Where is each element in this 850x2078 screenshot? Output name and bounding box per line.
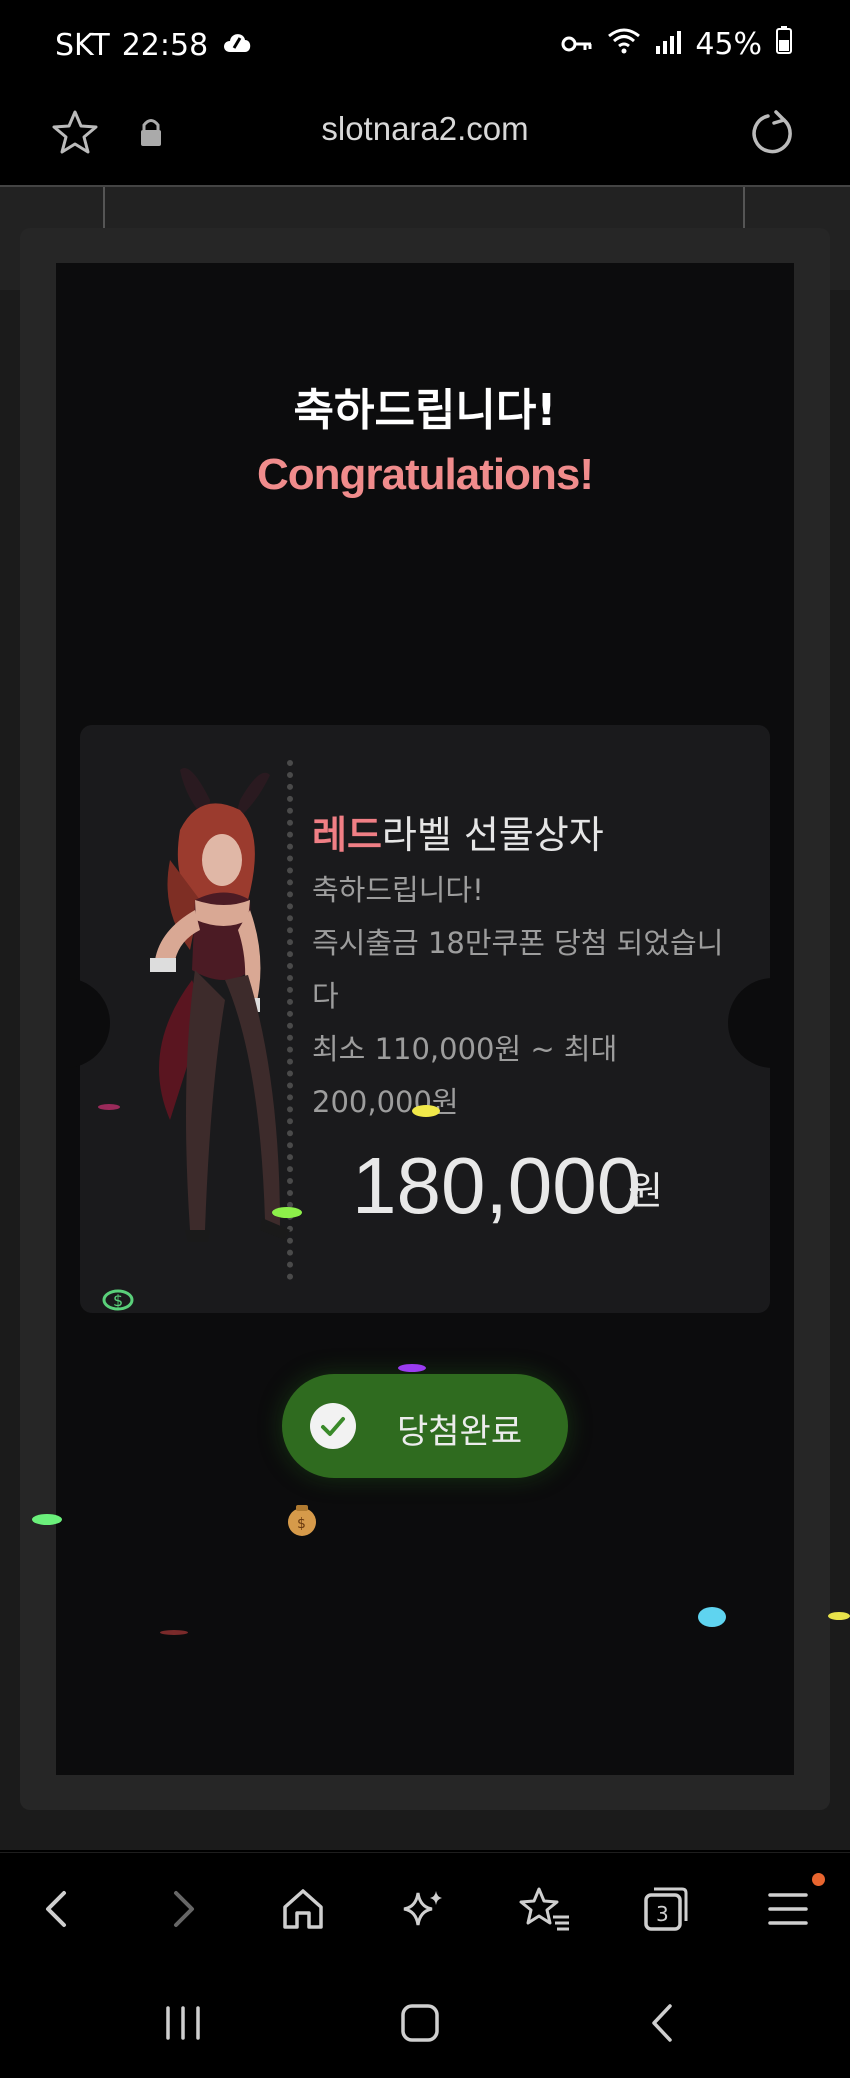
confetti <box>828 1612 850 1620</box>
system-nav-bar <box>0 1968 850 2078</box>
carrier-label: SKT <box>55 27 110 63</box>
tabs-icon[interactable]: 3 <box>636 1879 696 1939</box>
confetti <box>160 1630 188 1635</box>
coupon-title: 레드라벨 선물상자 <box>312 804 604 859</box>
confetti <box>698 1607 726 1627</box>
vpn-key-icon <box>561 27 593 62</box>
coupon-description: 축하드립니다! 즉시출금 18만쿠폰 당첨 되었습니다 최소 110,000원 … <box>312 864 732 1129</box>
money-bag-icon: $ <box>284 1502 320 1542</box>
battery-percent: 45% <box>695 26 762 62</box>
confetti <box>398 1364 426 1372</box>
confetti <box>98 1104 120 1110</box>
congrats-title-en: Congratulations! <box>257 450 594 499</box>
browser-toolbar: 3 <box>0 1852 850 1968</box>
cloud-notification-icon <box>220 26 254 64</box>
system-back-icon[interactable] <box>638 1998 688 2048</box>
confetti <box>32 1514 62 1525</box>
browser-url-bar: slotnara2.com <box>0 90 850 185</box>
clock: 22:58 <box>121 27 209 63</box>
svg-text:$: $ <box>113 1291 123 1310</box>
menu-icon[interactable] <box>758 1879 818 1939</box>
menu-notification-dot <box>812 1873 825 1886</box>
svg-text:$: $ <box>297 1516 306 1532</box>
forward-icon[interactable] <box>152 1879 212 1939</box>
recent-apps-icon[interactable] <box>158 1998 208 2048</box>
confetti <box>272 1207 302 1218</box>
status-bar: SKT 22:58 45% <box>0 0 850 90</box>
url-text[interactable]: slotnara2.com <box>0 110 850 148</box>
claim-complete-button[interactable]: 당첨완료 <box>282 1374 568 1478</box>
confetti <box>412 1105 440 1117</box>
home-button-icon[interactable] <box>395 1998 445 2048</box>
coupon-amount-unit: 원 <box>628 1169 663 1213</box>
coupon-title-rest: 라벨 선물상자 <box>381 813 604 857</box>
bookmarks-icon[interactable] <box>515 1879 575 1939</box>
back-icon[interactable] <box>28 1879 88 1939</box>
tabs-count: 3 <box>656 1902 669 1926</box>
coupon-line-win: 즉시출금 18만쿠폰 당첨 되었습니다 <box>312 926 724 1013</box>
dollar-icon: $ <box>102 1288 134 1316</box>
claim-complete-label: 당첨완료 <box>397 1412 523 1452</box>
signal-icon <box>655 27 682 62</box>
coupon-title-red: 레드 <box>312 813 382 857</box>
home-icon[interactable] <box>273 1879 333 1939</box>
reload-icon[interactable] <box>748 108 798 158</box>
wifi-icon <box>607 26 641 62</box>
coupon-amount: 180,000 <box>352 1141 642 1230</box>
sparkle-icon[interactable] <box>394 1879 454 1939</box>
coupon-line-range: 최소 110,000원 ~ 최대 200,000원 <box>312 1032 618 1119</box>
battery-icon <box>776 26 792 62</box>
coupon-line-congrats: 축하드립니다! <box>312 873 484 907</box>
check-circle-icon <box>310 1403 356 1449</box>
congrats-title-ko: 축하드립니다! <box>293 385 557 436</box>
